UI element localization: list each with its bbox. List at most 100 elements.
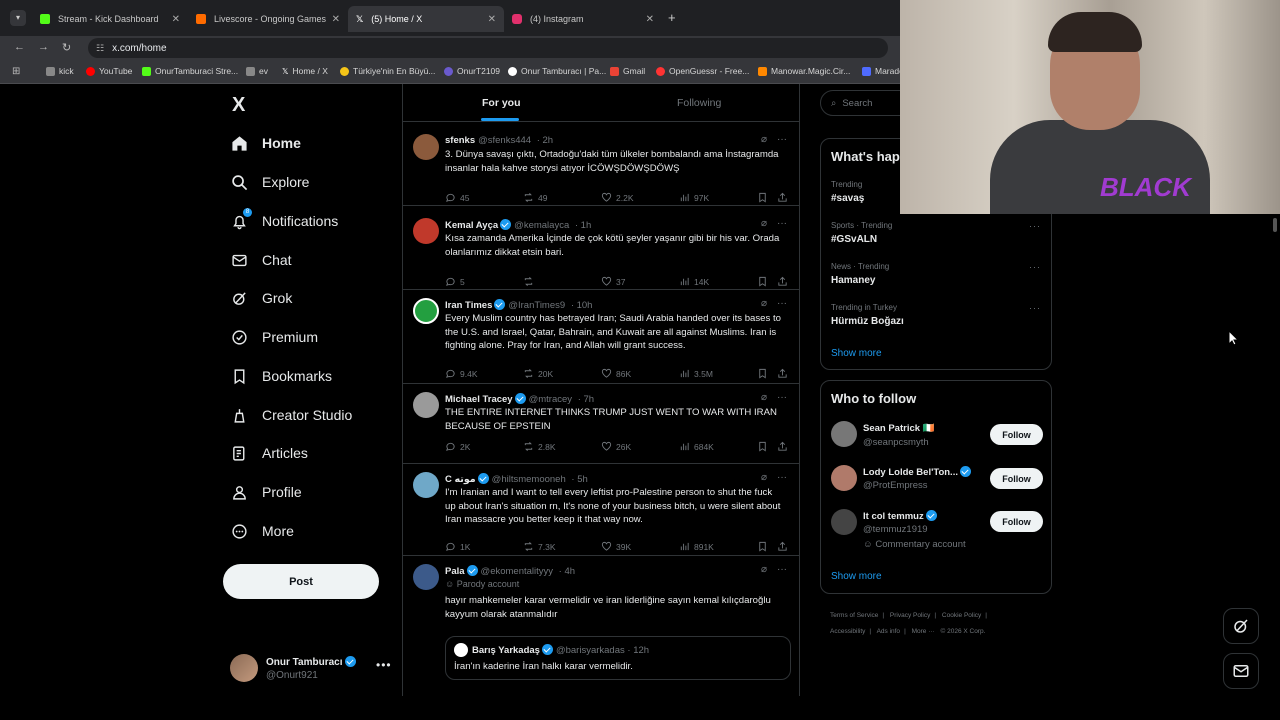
footer-link[interactable]: Privacy Policy: [890, 612, 930, 619]
follow-button[interactable]: Follow: [990, 424, 1043, 445]
nav-item-chat[interactable]: Chat: [230, 247, 292, 273]
nav-item-premium[interactable]: Premium: [230, 324, 318, 350]
nav-item-notifications[interactable]: 8 Notifications: [230, 208, 338, 234]
bookmark-gmail[interactable]: Gmail: [610, 66, 645, 76]
nav-item-articles[interactable]: Articles: [230, 440, 308, 466]
grok-icon[interactable]: ⌀: [761, 298, 767, 309]
repost-button[interactable]: [523, 276, 538, 287]
messages-fab-button[interactable]: [1223, 653, 1259, 689]
more-icon[interactable]: ···: [1029, 221, 1041, 231]
trend-item[interactable]: #GSvALN: [831, 234, 877, 245]
show-more-trends-link[interactable]: Show more: [831, 348, 882, 359]
nav-item-grok[interactable]: Grok: [230, 285, 292, 311]
new-tab-button[interactable]: +: [668, 10, 676, 25]
tweet-author-name[interactable]: sfenks: [445, 135, 475, 146]
back-icon[interactable]: ←: [14, 41, 25, 53]
nav-item-home[interactable]: Home: [230, 130, 301, 156]
more-icon[interactable]: ···: [777, 392, 787, 403]
grok-fab-button[interactable]: [1223, 608, 1259, 644]
avatar[interactable]: [831, 465, 857, 491]
trend-item[interactable]: Hürmüz Boğazı: [831, 316, 904, 327]
nav-item-explore[interactable]: Explore: [230, 169, 309, 195]
views-button[interactable]: 684K: [679, 441, 714, 452]
tweet-author-name[interactable]: Pala: [445, 566, 465, 577]
more-icon[interactable]: •••: [376, 658, 392, 672]
bookmark-openguessr[interactable]: OpenGuessr - Free...: [656, 66, 749, 76]
bookmark-youtube[interactable]: YouTube: [86, 66, 132, 76]
repost-button[interactable]: 2.8K: [523, 441, 556, 452]
trend-item[interactable]: #savaş: [831, 193, 864, 204]
bookmark-marado[interactable]: Marado: [862, 66, 904, 76]
site-info-icon[interactable]: ☷: [96, 43, 104, 54]
bookmark-home-x[interactable]: 𝕏 Home / X: [282, 66, 328, 76]
repost-button[interactable]: 20K: [523, 368, 553, 379]
suggested-user-name[interactable]: Sean Patrick 🇮🇪: [863, 423, 935, 434]
more-icon[interactable]: ···: [1029, 303, 1041, 313]
more-icon[interactable]: ···: [777, 298, 787, 309]
more-icon[interactable]: ···: [777, 218, 787, 229]
nav-item-creator-studio[interactable]: Creator Studio: [230, 402, 352, 428]
avatar[interactable]: [413, 298, 439, 324]
like-button[interactable]: 86K: [601, 368, 631, 379]
tweet[interactable]: Iran Times @IranTimes9 · 10h ⌀ ··· Every M…: [403, 290, 799, 384]
avatar[interactable]: [413, 218, 439, 244]
tweet-time[interactable]: · 10h: [571, 300, 593, 311]
tweet-author-handle[interactable]: @mtracey: [529, 394, 572, 405]
avatar[interactable]: [413, 392, 439, 418]
grok-icon[interactable]: ⌀: [761, 472, 767, 483]
bookmark-button[interactable]: [757, 368, 772, 379]
views-button[interactable]: 14K: [679, 276, 709, 287]
tab-for-you[interactable]: For you: [482, 97, 521, 109]
repost-button[interactable]: 7.3K: [523, 541, 556, 552]
footer-link[interactable]: More ···: [912, 628, 935, 635]
nav-item-bookmarks[interactable]: Bookmarks: [230, 363, 332, 389]
reply-button[interactable]: 2K: [445, 441, 470, 452]
avatar[interactable]: [831, 421, 857, 447]
tweet-time[interactable]: · 4h: [559, 566, 575, 577]
more-icon[interactable]: ···: [777, 134, 787, 145]
tweet[interactable]: Michael Tracey @mtracey · 7h ⌀ ··· THE ENT…: [403, 384, 799, 464]
share-button[interactable]: [777, 441, 792, 452]
grok-icon[interactable]: ⌀: [761, 134, 767, 145]
address-bar[interactable]: ☷ x.com/home: [88, 38, 888, 58]
bookmark-button[interactable]: [757, 192, 772, 203]
avatar[interactable]: [413, 134, 439, 160]
quoted-tweet[interactable]: Barış Yarkadaş @barisyarkadas · 12h İran'…: [445, 636, 791, 680]
like-button[interactable]: 37: [601, 276, 625, 287]
repost-button[interactable]: 49: [523, 192, 547, 203]
reply-button[interactable]: 1K: [445, 541, 470, 552]
bookmark-button[interactable]: [757, 541, 772, 552]
like-button[interactable]: 2.2K: [601, 192, 634, 203]
nav-item-profile[interactable]: Profile: [230, 479, 302, 505]
bookmark-kick[interactable]: kick: [46, 66, 74, 76]
tweet-author-name[interactable]: Kemal Ayça: [445, 220, 498, 231]
views-button[interactable]: 97K: [679, 192, 709, 203]
grok-icon[interactable]: ⌀: [761, 564, 767, 575]
tweet[interactable]: sfenks @sfenks444 · 2h ⌀ ··· 3. Dünya sava…: [403, 126, 799, 206]
tweet-author-name[interactable]: Iran Times: [445, 300, 492, 311]
reply-button[interactable]: 5: [445, 276, 465, 287]
avatar[interactable]: [413, 472, 439, 498]
tweet[interactable]: Kemal Ayça @kemalayca · 1h ⌀ ··· Kısa zama…: [403, 210, 799, 290]
close-icon[interactable]: ✕: [172, 14, 180, 25]
tweet-author-handle[interactable]: @kemalayca: [514, 220, 569, 231]
x-logo-icon[interactable]: X: [232, 94, 245, 117]
close-icon[interactable]: ✕: [332, 14, 340, 25]
bookmark-button[interactable]: [757, 276, 772, 287]
page-scrollbar[interactable]: [1273, 218, 1277, 232]
tweet-author-handle[interactable]: @sfenks444: [478, 135, 531, 146]
bookmark-button[interactable]: [757, 441, 772, 452]
like-button[interactable]: 26K: [601, 441, 631, 452]
suggested-user-name[interactable]: It col temmuz: [863, 511, 924, 522]
footer-link[interactable]: Ads info: [877, 628, 901, 635]
tweet[interactable]: C موته @hiltsmemooneh · 5h ⌀ ··· I'm Irani…: [403, 464, 799, 556]
grok-icon[interactable]: ⌀: [761, 218, 767, 229]
footer-link[interactable]: Accessibility: [830, 628, 865, 635]
share-button[interactable]: [777, 541, 792, 552]
tweet-author-handle[interactable]: @hiltsmemooneh: [492, 474, 566, 485]
account-switcher[interactable]: Onur Tamburacı @Onurt921 •••: [230, 652, 400, 686]
more-icon[interactable]: ···: [777, 564, 787, 575]
post-button[interactable]: Post: [223, 564, 379, 599]
tweet-author-name[interactable]: C موته: [445, 474, 476, 485]
follow-button[interactable]: Follow: [990, 468, 1043, 489]
